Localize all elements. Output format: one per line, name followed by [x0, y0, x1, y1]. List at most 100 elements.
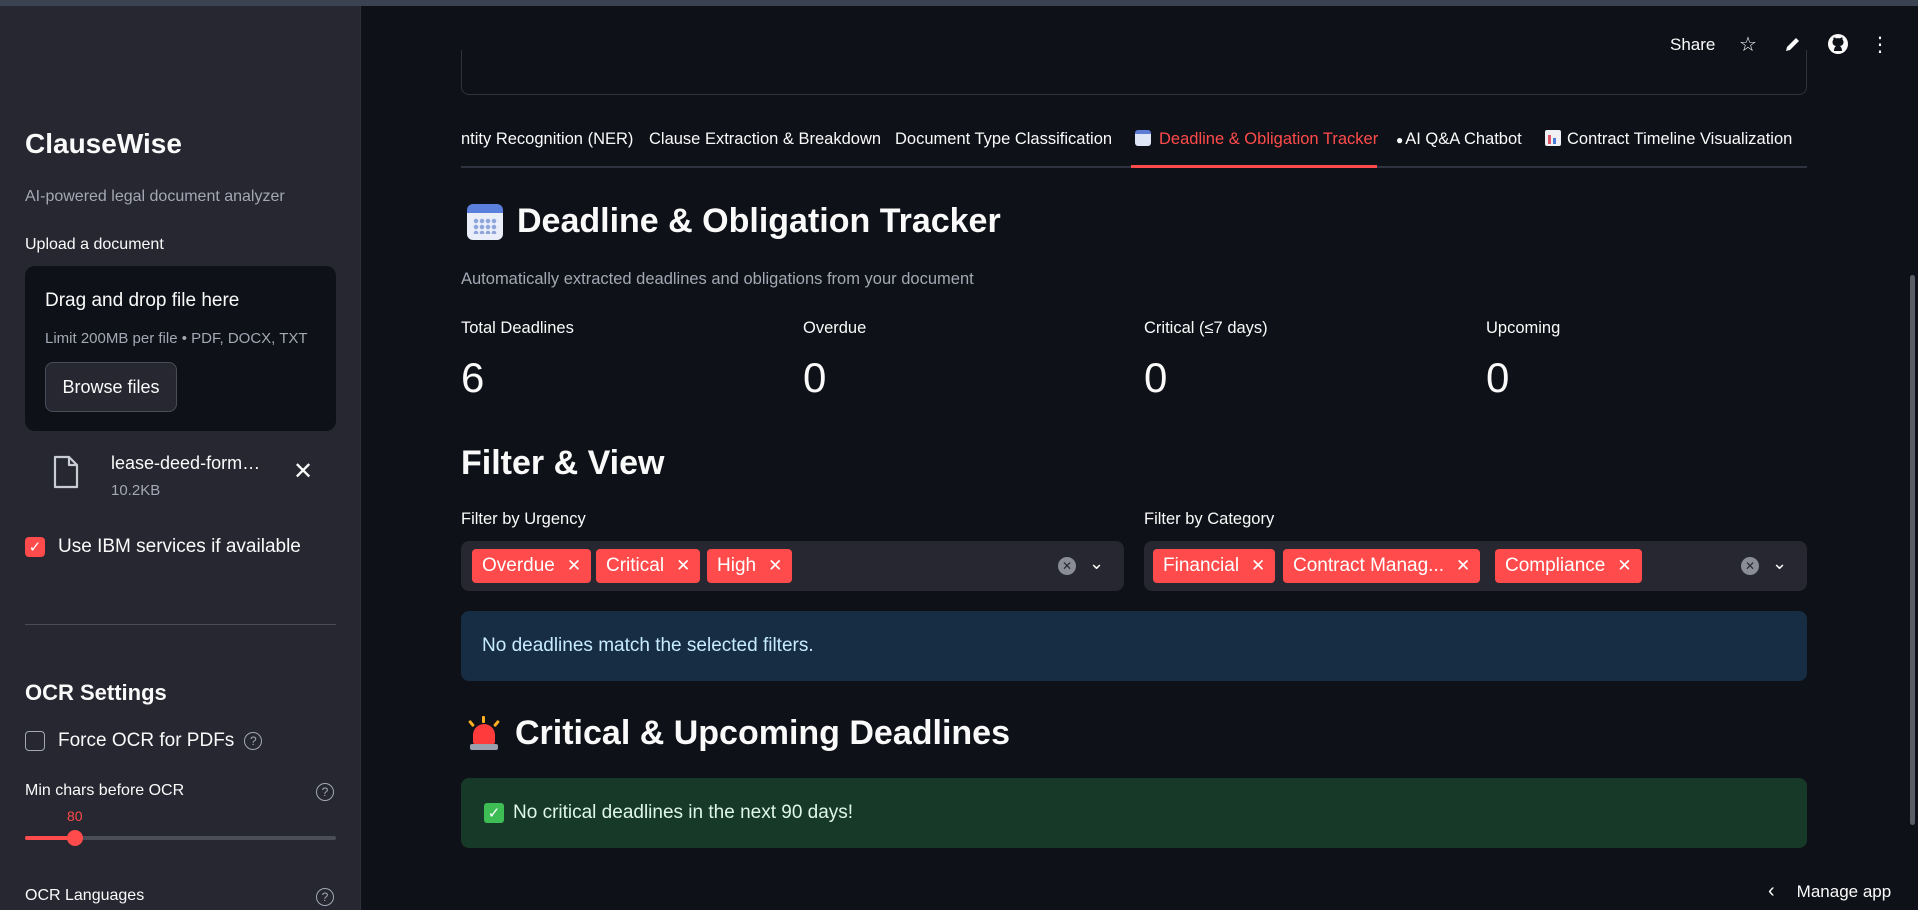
file-name: lease-deed-format.docx [111, 453, 261, 473]
info-message: No deadlines match the selected filters. [482, 635, 814, 656]
chip-label: Overdue [482, 555, 555, 576]
chip-financial[interactable]: Financial ✕ [1153, 549, 1276, 583]
metric-value: 0 [1486, 354, 1510, 401]
remove-chip-icon[interactable]: ✕ [1251, 556, 1265, 576]
force-ocr-checkbox[interactable]: Force OCR for PDFs ? [25, 730, 263, 752]
tab-bar: ntity Recognition (NER) Clause Extractio… [461, 122, 1807, 168]
checkbox-unchecked-icon[interactable] [25, 731, 45, 751]
slider-value: 80 [67, 808, 83, 824]
urgency-filter-label: Filter by Urgency [461, 510, 586, 528]
category-filter-label: Filter by Category [1144, 510, 1275, 528]
chip-label: Compliance [1505, 555, 1606, 576]
metric-upcoming: Upcoming 0 [1486, 319, 1560, 402]
chip-label: Contract Manag... [1293, 555, 1445, 576]
metric-label: Upcoming [1486, 319, 1561, 337]
remove-file-close-icon[interactable]: ✕ [293, 457, 313, 486]
tab-qa-chatbot[interactable]: ● AI Q&A Chatbot [1396, 130, 1522, 149]
active-tab-indicator [1131, 165, 1377, 168]
chip-overdue[interactable]: Overdue ✕ [472, 549, 592, 583]
clear-all-icon[interactable]: ✕ [1741, 557, 1759, 575]
uploaded-file: lease-deed-format.docx 10.2KB ✕ [25, 441, 336, 503]
dropzone-limit: Limit 200MB per file • PDF, DOCX, TXT [45, 330, 308, 347]
ocr-languages-label: OCR Languages [25, 887, 145, 904]
chip-high[interactable]: High ✕ [707, 549, 793, 583]
force-ocr-label: Force OCR for PDFs [58, 730, 235, 751]
checkbox-checked-icon[interactable]: ✓ [25, 537, 45, 557]
min-chars-slider[interactable] [25, 830, 336, 846]
success-alert: ✓ No critical deadlines in the next 90 d… [461, 778, 1807, 848]
chip-contract-management[interactable]: Contract Manag... ✕ [1283, 549, 1481, 583]
tab-clause-extraction[interactable]: Clause Extraction & Breakdown [649, 130, 881, 149]
ibm-services-label: Use IBM services if available [58, 536, 301, 557]
file-dropzone[interactable]: Drag and drop file here Limit 200MB per … [25, 266, 336, 431]
check-mark-icon: ✓ [484, 803, 504, 823]
siren-icon [467, 715, 501, 752]
tab-label: AI Q&A Chatbot [1405, 130, 1522, 148]
chevron-down-icon[interactable]: ⌄ [1772, 553, 1787, 574]
browse-files-button[interactable]: Browse files [45, 362, 177, 412]
previous-container-edge [461, 50, 1807, 95]
calendar-icon [467, 203, 503, 240]
tab-timeline[interactable]: Contract Timeline Visualization [1545, 130, 1792, 149]
min-chars-label: Min chars before OCR [25, 782, 185, 799]
tab-label: Deadline & Obligation Tracker [1159, 130, 1379, 148]
manage-app-button[interactable]: ‹ Manage app [1768, 880, 1891, 903]
sidebar: ClauseWise AI-powered legal document ana… [0, 6, 361, 910]
metric-overdue: Overdue 0 [803, 319, 866, 402]
metric-label: Critical (≤7 days) [1144, 319, 1268, 337]
metric-value: 0 [1144, 354, 1168, 401]
file-size: 10.2KB [111, 482, 161, 499]
help-icon[interactable]: ? [316, 888, 334, 906]
slider-thumb[interactable] [66, 830, 83, 846]
chevron-down-icon[interactable]: ⌄ [1089, 553, 1104, 574]
chevron-left-icon: ‹ [1768, 880, 1775, 902]
filter-section-title: Filter & View [461, 444, 665, 482]
critical-title-text: Critical & Upcoming Deadlines [515, 714, 1010, 752]
chip-label: High [717, 555, 757, 576]
chip-critical[interactable]: Critical ✕ [596, 549, 701, 583]
upload-label: Upload a document [25, 236, 164, 253]
page-subtitle: Automatically extracted deadlines and ob… [461, 270, 974, 288]
chip-label: Financial [1163, 555, 1240, 576]
help-icon[interactable]: ? [316, 783, 334, 801]
metric-value: 0 [803, 354, 827, 401]
app-title: ClauseWise [25, 128, 182, 159]
page-title: Deadline & Obligation Tracker [467, 202, 1001, 241]
chip-compliance[interactable]: Compliance ✕ [1495, 549, 1642, 583]
chart-icon [1545, 130, 1561, 146]
tab-deadline-tracker[interactable]: Deadline & Obligation Tracker [1135, 130, 1378, 149]
file-icon [53, 455, 79, 489]
metric-value: 6 [461, 354, 485, 401]
remove-chip-icon[interactable]: ✕ [676, 556, 690, 576]
robot-icon: ● [1396, 133, 1404, 147]
more-vertical-icon[interactable]: ⋮ [1868, 32, 1892, 56]
tab-label: Contract Timeline Visualization [1567, 130, 1793, 148]
info-alert: No deadlines match the selected filters. [461, 611, 1807, 681]
ocr-settings-title: OCR Settings [25, 680, 167, 705]
remove-chip-icon[interactable]: ✕ [768, 556, 782, 576]
tab-document-type[interactable]: Document Type Classification [895, 130, 1112, 149]
app-subtitle: AI-powered legal document analyzer [25, 188, 285, 205]
help-icon[interactable]: ? [244, 732, 263, 750]
metric-critical: Critical (≤7 days) 0 [1144, 319, 1268, 402]
remove-chip-icon[interactable]: ✕ [1456, 556, 1470, 576]
remove-chip-icon[interactable]: ✕ [567, 556, 581, 576]
urgency-multiselect[interactable]: Overdue ✕ Critical ✕ High ✕ ✕ ⌄ [461, 541, 1124, 591]
page-title-text: Deadline & Obligation Tracker [517, 202, 1001, 240]
tab-label: Document Type Classification [895, 130, 1113, 148]
ibm-services-checkbox[interactable]: ✓ Use IBM services if available [25, 536, 301, 558]
remove-chip-icon[interactable]: ✕ [1617, 556, 1631, 576]
metric-total-deadlines: Total Deadlines 6 [461, 319, 574, 402]
clear-all-icon[interactable]: ✕ [1058, 557, 1076, 575]
category-multiselect[interactable]: Financial ✕ Contract Manag... ✕ Compliance… [1144, 541, 1807, 591]
manage-app-label: Manage app [1796, 881, 1892, 901]
chip-label: Critical [606, 555, 665, 576]
metric-label: Total Deadlines [461, 319, 574, 337]
success-message: No critical deadlines in the next 90 day… [513, 802, 854, 823]
critical-section-title: Critical & Upcoming Deadlines [467, 714, 1010, 753]
github-icon[interactable] [1826, 32, 1850, 56]
sidebar-divider [25, 624, 336, 625]
calendar-icon [1135, 130, 1151, 146]
tab-ner[interactable]: ntity Recognition (NER) [461, 130, 633, 149]
main-scrollbar[interactable] [1910, 275, 1915, 825]
